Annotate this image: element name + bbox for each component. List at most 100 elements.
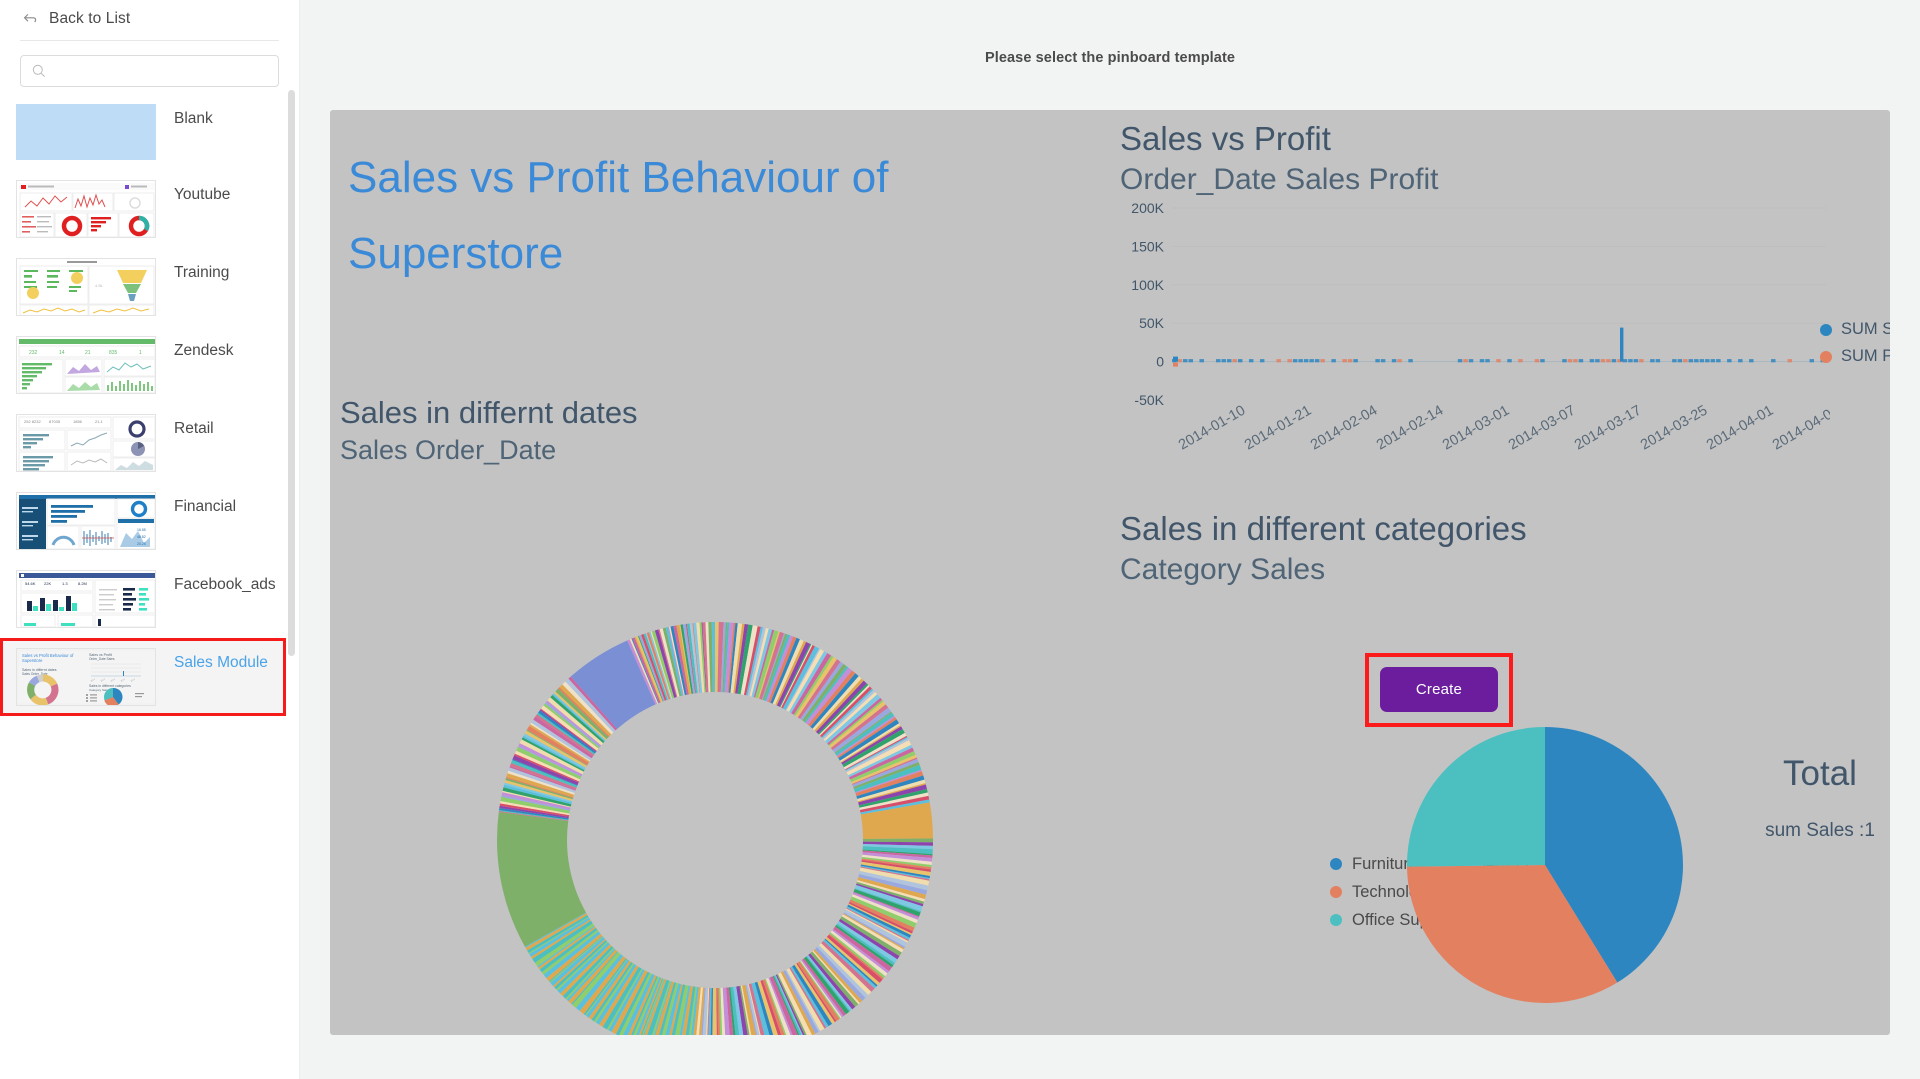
- pie-chart-svg: [1407, 727, 1683, 1003]
- template-label: Blank: [174, 110, 213, 127]
- line-panel-subtitle: Order_Date Sales Profit: [1120, 162, 1439, 196]
- template-item-financial[interactable]: 16.55 48.82 20.25 Financial: [0, 482, 300, 560]
- template-item-zendesk[interactable]: 232 14 21 835 1 Zendesk: [0, 326, 300, 404]
- svg-text:4.5k: 4.5k: [95, 283, 103, 288]
- template-thumbnail-youtube: [16, 180, 156, 238]
- search-input[interactable]: [47, 63, 268, 79]
- sales-by-date-donut-chart: [450, 575, 980, 1035]
- legend-label: SUM Profit: [1841, 347, 1890, 365]
- svg-text:48.82: 48.82: [137, 535, 146, 539]
- svg-text:1: 1: [139, 350, 142, 356]
- svg-text:Order_Date Sales: Order_Date Sales: [89, 657, 115, 661]
- legend-dot-sum-sales: [1820, 323, 1832, 336]
- template-label: Training: [174, 264, 230, 281]
- template-list: Blank Youtube 4.5k Training 232 14 21 83…: [0, 88, 300, 716]
- category-panel-subtitle: Category Sales: [1120, 552, 1326, 586]
- svg-text:2014-02-14: 2014-02-14: [1374, 403, 1446, 454]
- template-item-retail[interactable]: 252 8232 87035 1856 21.1 Retail: [0, 404, 300, 482]
- back-to-list-button[interactable]: Back to List: [0, 0, 299, 38]
- total-panel: Total sum Sales :1: [1720, 754, 1890, 842]
- donut-panel-title: Sales in differnt dates: [340, 395, 638, 430]
- back-arrow-icon: [23, 13, 37, 22]
- template-thumbnail-retail: 252 8232 87035 1856 21.1: [16, 414, 156, 472]
- preview-board-title: Sales vs Profit Behaviour of Superstore: [348, 153, 889, 278]
- svg-text:252 8232: 252 8232: [24, 419, 41, 424]
- search-icon: [32, 64, 45, 77]
- svg-text:2014-04-01: 2014-04-01: [1704, 403, 1776, 454]
- search-box[interactable]: [20, 55, 279, 87]
- template-item-sales-module[interactable]: Sales vs Profit Behaviour of Superstore …: [0, 638, 286, 716]
- svg-text:8.2M: 8.2M: [78, 581, 87, 586]
- template-thumbnail-financial: 16.55 48.82 20.25: [16, 492, 156, 550]
- svg-text:21: 21: [85, 350, 91, 356]
- template-thumbnail-blank: [16, 104, 156, 160]
- template-thumbnail-training: 4.5k: [16, 258, 156, 316]
- line-panel-heading: Sales vs Profit Order_Date Sales Profit: [1120, 120, 1438, 198]
- svg-text:50K: 50K: [1139, 315, 1165, 331]
- svg-text:100K: 100K: [1131, 277, 1164, 293]
- create-button[interactable]: Create: [1380, 667, 1498, 712]
- category-pie-chart: [1395, 715, 1695, 1015]
- svg-text:0: 0: [1156, 354, 1164, 370]
- legend-item: SUM Sales: [1820, 320, 1890, 339]
- svg-text:835: 835: [109, 350, 118, 356]
- svg-text:200K: 200K: [1131, 200, 1164, 216]
- template-thumbnail-zendesk: 232 14 21 835 1: [16, 336, 156, 394]
- svg-text:2014-04-06: 2014-04-06: [1770, 403, 1830, 454]
- svg-text:2014-03-07: 2014-03-07: [1506, 403, 1578, 454]
- category-panel-heading: Sales in different categories Category S…: [1120, 510, 1527, 588]
- svg-text:1856: 1856: [73, 419, 83, 424]
- template-thumbnail-sales-module: Sales vs Profit Behaviour of Superstore …: [16, 648, 156, 706]
- svg-text:21.1: 21.1: [95, 419, 104, 424]
- template-preview: Sales vs Profit Behaviour of Superstore …: [330, 110, 1890, 1035]
- svg-text:2014-03-01: 2014-03-01: [1440, 403, 1512, 454]
- svg-text:22K: 22K: [44, 581, 51, 586]
- donut-svg: [497, 622, 933, 1035]
- line-panel-title: Sales vs Profit: [1120, 120, 1331, 157]
- template-label: Retail: [174, 420, 214, 437]
- template-thumbnail-facebook-ads: 54.6K 22K 1.3 8.2M: [16, 570, 156, 628]
- svg-text:20.25: 20.25: [137, 542, 146, 546]
- total-sum-sales: sum Sales :1: [1765, 819, 1875, 841]
- total-title: Total: [1783, 754, 1857, 793]
- category-dot-technology: [1330, 886, 1342, 898]
- svg-text:Superstore: Superstore: [22, 658, 43, 663]
- template-list-scroll: Blank Youtube 4.5k Training 232 14 21 83…: [0, 88, 300, 1079]
- legend-dot-sum-profit: [1820, 350, 1832, 363]
- template-label: Youtube: [174, 186, 231, 203]
- template-item-youtube[interactable]: Youtube: [0, 170, 300, 248]
- svg-text:2014-01-10: 2014-01-10: [1176, 403, 1248, 454]
- svg-text:232: 232: [29, 350, 38, 356]
- select-template-hint: Please select the pinboard template: [984, 50, 1236, 66]
- legend-label: SUM Sales: [1841, 320, 1890, 338]
- template-list-scrollbar[interactable]: [288, 90, 295, 656]
- category-dot-furniture: [1330, 858, 1342, 870]
- svg-text:-50K: -50K: [1134, 392, 1164, 408]
- pinboard-template-picker: Back to List Blank Youtube 4.5k Training…: [0, 0, 1920, 1079]
- template-label: Financial: [174, 498, 237, 515]
- category-dot-office-supplies: [1330, 914, 1342, 926]
- donut-panel-heading: Sales in differnt dates Sales Order_Date: [340, 395, 980, 467]
- template-label: Zendesk: [174, 342, 234, 359]
- template-label: Facebook_ads: [174, 576, 276, 593]
- back-to-list-label: Back to List: [49, 10, 131, 27]
- template-item-facebook-ads[interactable]: 54.6K 22K 1.3 8.2M Facebook_ads: [0, 560, 300, 638]
- svg-text:2014-01-21: 2014-01-21: [1242, 403, 1314, 454]
- line-chart-legend: SUM Sales SUM Profit: [1820, 320, 1890, 366]
- main-panel: Please select the pinboard template Sale…: [300, 0, 1920, 1079]
- template-item-blank[interactable]: Blank: [0, 94, 300, 170]
- template-sidebar: Back to List Blank Youtube 4.5k Training…: [0, 0, 300, 1079]
- svg-text:150K: 150K: [1131, 238, 1164, 254]
- sales-vs-profit-line-chart: 200K 150K 100K 50K 0 -50K 2014-01-10 2014-01-2…: [1110, 200, 1842, 490]
- category-panel-title: Sales in different categories: [1120, 510, 1527, 547]
- template-item-training[interactable]: 4.5k Training: [0, 248, 300, 326]
- svg-text:2014-02-04: 2014-02-04: [1308, 403, 1380, 454]
- svg-text:14: 14: [59, 350, 65, 356]
- svg-text:2014-03-25: 2014-03-25: [1638, 403, 1710, 454]
- legend-item: SUM Profit: [1820, 347, 1890, 366]
- svg-text:87035: 87035: [49, 419, 61, 424]
- svg-text:16.55: 16.55: [137, 528, 146, 532]
- svg-text:54.6K: 54.6K: [25, 581, 36, 586]
- svg-text:2014-03-17: 2014-03-17: [1572, 403, 1644, 454]
- template-label: Sales Module: [174, 654, 268, 671]
